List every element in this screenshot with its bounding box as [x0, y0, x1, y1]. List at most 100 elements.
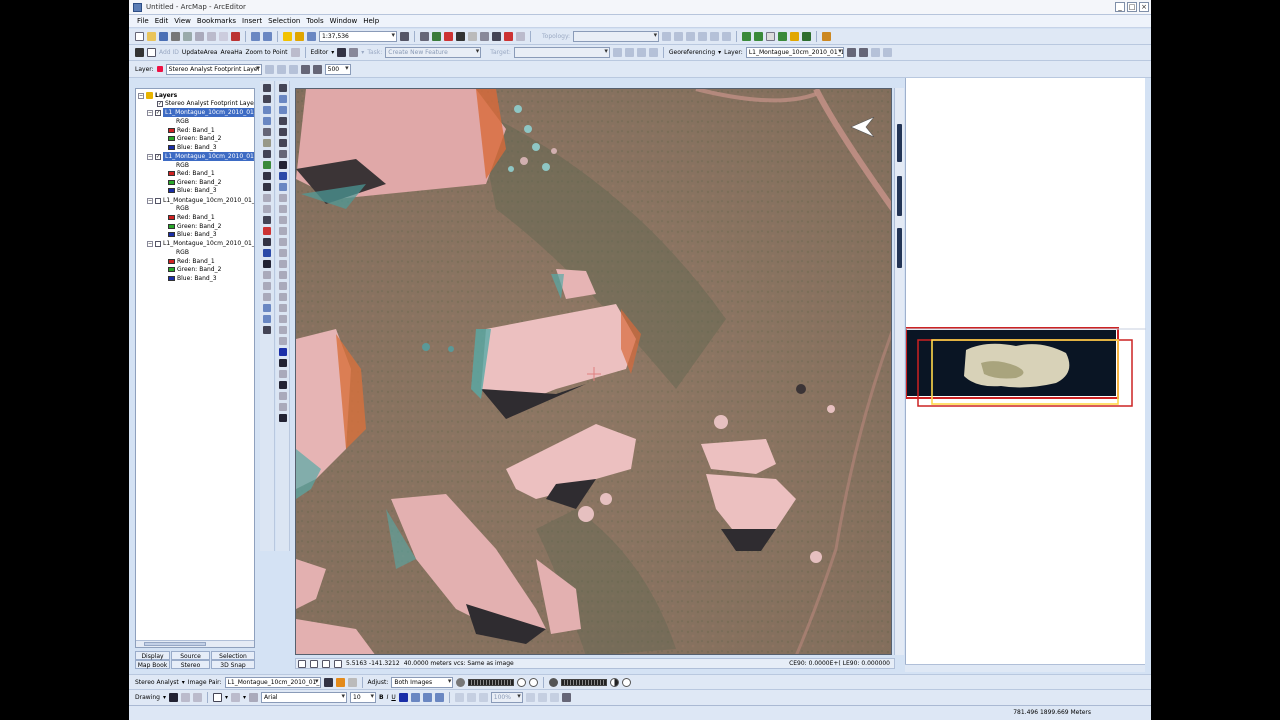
collapse-icon[interactable]: −	[147, 240, 153, 247]
toc-layer-1[interactable]: − ✓ L1_Montague_10cm_2010_01_1	[147, 108, 254, 117]
stereo-zoom-out-icon[interactable]	[278, 106, 287, 114]
globe-icon[interactable]	[790, 32, 800, 41]
stereo-dot-icon[interactable]	[278, 161, 287, 169]
line-color-icon[interactable]	[422, 693, 432, 702]
layout-3d-icon[interactable]	[278, 403, 287, 411]
stereo-tool-j-icon[interactable]	[278, 293, 287, 301]
rotate-raster-icon[interactable]	[846, 48, 856, 57]
footprint-tool-icon[interactable]	[264, 64, 274, 74]
stereo-tool-h-icon[interactable]	[278, 271, 287, 279]
binoculars-icon[interactable]	[278, 359, 287, 367]
stereo-cursor-icon[interactable]	[263, 260, 271, 268]
stereo-tool-m-icon[interactable]	[278, 326, 287, 334]
tab-map-book[interactable]: Map Book	[135, 660, 170, 669]
stereo-tool-f-icon[interactable]	[278, 249, 287, 257]
add-control-points-icon[interactable]	[870, 48, 880, 57]
stereo-tool-g-icon[interactable]	[278, 260, 287, 268]
redo-icon[interactable]	[263, 32, 272, 41]
copy-icon[interactable]	[207, 32, 216, 41]
focus-frame-icon[interactable]	[537, 693, 547, 702]
edit-vertices-icon[interactable]	[249, 693, 258, 702]
brightness-icon[interactable]	[456, 677, 466, 687]
menu-edit[interactable]: Edit	[155, 17, 169, 25]
footprint-select-icon[interactable]	[288, 64, 298, 74]
toc-layer-3[interactable]: − L1_Montague_10cm_2010_01_1	[147, 196, 254, 205]
pause-icon[interactable]	[400, 32, 409, 41]
footprint-buffer-icon[interactable]	[312, 64, 322, 74]
pan-icon[interactable]	[263, 128, 271, 136]
menu-file[interactable]: File	[137, 17, 149, 25]
rotate-element-icon[interactable]	[180, 693, 190, 702]
layer-checkbox[interactable]: ✓	[155, 109, 161, 116]
stereo-mode-icon[interactable]	[335, 677, 345, 687]
stereo-tool-i-icon[interactable]	[278, 282, 287, 290]
layout-view-icon[interactable]	[310, 659, 318, 668]
half-contrast-icon[interactable]	[610, 677, 620, 687]
stereo-tool-k-icon[interactable]	[278, 304, 287, 312]
layer-checkbox[interactable]: ✓	[155, 153, 161, 160]
tool-icon[interactable]	[290, 48, 300, 57]
layer-checkbox[interactable]	[155, 197, 161, 204]
stereo-tool-l-icon[interactable]	[278, 315, 287, 323]
tab-3d-snap[interactable]: 3D Snap	[211, 660, 255, 669]
rectangle-icon[interactable]	[212, 693, 222, 702]
command-line-icon[interactable]	[444, 32, 453, 41]
rotate-icon[interactable]	[263, 161, 271, 169]
info-icon[interactable]	[278, 348, 287, 356]
catalog-icon[interactable]	[480, 32, 489, 41]
image-pair-combo[interactable]: L1_Montague_10cm_2010_01_19_...	[224, 676, 321, 688]
collapse-icon[interactable]: −	[147, 153, 153, 160]
select-features-icon[interactable]	[263, 172, 271, 180]
map-scale-combo[interactable]: 1:37,536	[319, 31, 397, 42]
stereo-select-icon[interactable]	[263, 249, 271, 257]
stereo-analyst-menu[interactable]: Stereo Analyst	[135, 679, 179, 686]
arrow-icon[interactable]	[263, 326, 271, 334]
brightness-slider[interactable]	[468, 678, 515, 686]
georeferencing-menu[interactable]: Georeferencing	[669, 49, 715, 56]
footprint-add-icon[interactable]	[276, 64, 286, 74]
graph-icon[interactable]	[802, 32, 812, 41]
open-icon[interactable]	[147, 32, 156, 41]
tab-selection[interactable]: Selection	[211, 651, 255, 660]
box-icon[interactable]	[147, 48, 156, 57]
topology-inspector-icon[interactable]	[710, 32, 720, 41]
topology-edit-icon[interactable]	[722, 32, 732, 41]
layout-icon[interactable]	[516, 32, 525, 41]
hand-icon[interactable]	[278, 150, 287, 158]
italic-button[interactable]: I	[387, 694, 389, 701]
pan-page-icon[interactable]	[478, 693, 488, 702]
sketch-properties-icon[interactable]	[648, 48, 658, 57]
model-builder-icon[interactable]	[456, 32, 465, 41]
paste-icon[interactable]	[219, 32, 228, 41]
gamma-icon[interactable]	[549, 677, 559, 687]
toc-layer-2[interactable]: − ✓ L1_Montague_10cm_2010_01_1	[147, 152, 254, 161]
contrast-icon[interactable]	[517, 677, 527, 687]
toc-footprint-layer[interactable]: ✓ Stereo Analyst Footprint Layer	[157, 99, 254, 108]
footprint-layer-combo[interactable]: Stereo Analyst Footprint Layer	[165, 63, 262, 75]
table-icon[interactable]	[766, 32, 776, 41]
underline-button[interactable]: U	[391, 694, 395, 701]
drawing-menu[interactable]: Drawing	[135, 694, 160, 701]
toc-layer-4[interactable]: − L1_Montague_10cm_2010_01_1	[147, 239, 254, 248]
zoom-to-selected-icon[interactable]	[192, 693, 202, 702]
stereo-tool-d-icon[interactable]	[278, 227, 287, 235]
pin-icon[interactable]	[822, 32, 832, 41]
refresh-icon[interactable]	[742, 32, 752, 41]
no-adjust-icon[interactable]	[622, 677, 632, 687]
stereo-zoom-icon[interactable]	[278, 84, 287, 92]
menu-help[interactable]: Help	[363, 17, 379, 25]
window-icon[interactable]	[468, 32, 477, 41]
identify-icon[interactable]	[263, 194, 271, 202]
collapse-icon[interactable]: −	[147, 197, 153, 204]
scroll-thumb[interactable]	[897, 228, 902, 268]
zoom-to-point-button[interactable]: Zoom to Point	[245, 49, 287, 56]
font-color-icon[interactable]	[398, 693, 408, 702]
arctoolbox-icon[interactable]	[432, 32, 441, 41]
stereo-fit-icon[interactable]	[278, 117, 287, 125]
clear-selection-icon[interactable]	[263, 183, 271, 191]
footprint-value-field[interactable]: 500	[324, 63, 351, 75]
topology-error-icon[interactable]	[698, 32, 708, 41]
cursor-icon[interactable]	[263, 84, 271, 92]
menu-window[interactable]: Window	[330, 17, 358, 25]
layer-checkbox[interactable]: ✓	[157, 100, 163, 107]
